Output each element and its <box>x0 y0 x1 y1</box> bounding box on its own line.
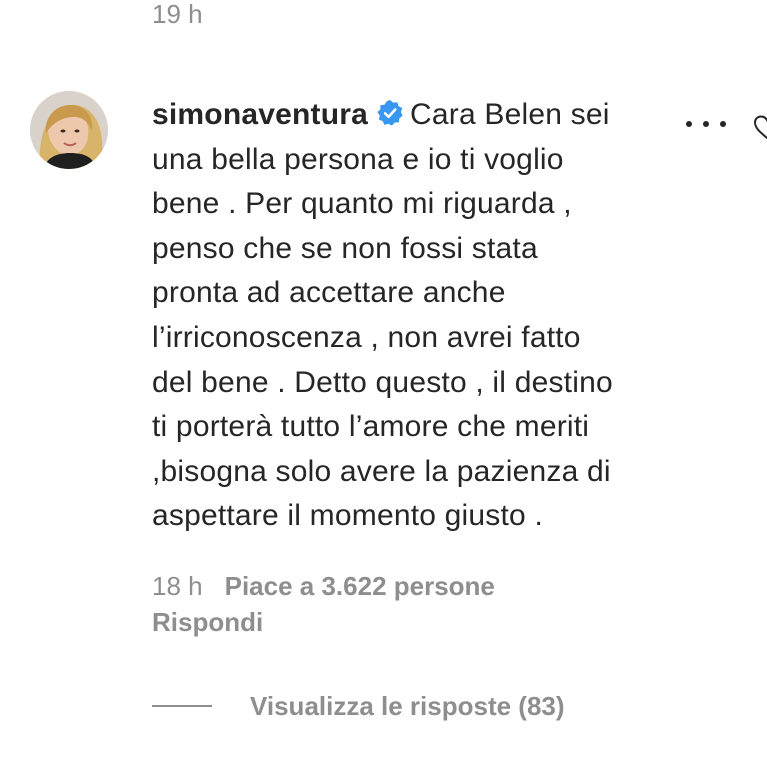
more-dot <box>686 121 692 127</box>
comment-line: bene . Per quanto mi riguarda , <box>152 187 572 221</box>
comment-line: l’irriconoscenza , non avrei fatto <box>152 320 581 354</box>
comment-meta: 18 h Piace a 3.622 persone <box>152 566 495 606</box>
text-fade-overlay <box>640 92 680 138</box>
view-replies-label: Visualizza le risposte (83) <box>250 690 565 721</box>
reply-button[interactable]: Rispondi <box>152 602 263 642</box>
comment-line: penso che se non fossi stata <box>152 231 538 265</box>
more-options-icon[interactable] <box>686 112 726 136</box>
view-replies-button[interactable]: Visualizza le risposte (83) <box>152 686 565 726</box>
comment-line-text: Cara Belen sei <box>410 98 610 131</box>
verified-badge-icon <box>377 100 403 126</box>
username-link[interactable]: simonaventura <box>152 98 368 131</box>
comment-line: ti porterà tutto l’amore che meriti <box>152 410 590 444</box>
comment-line: pronta ad accettare anche <box>152 276 506 310</box>
comment-line: simonaventura Cara Belen sei <box>152 93 704 138</box>
comment-line: una bella persona e io ti voglio <box>152 142 564 176</box>
avatar-image <box>30 91 108 169</box>
avatar[interactable] <box>30 91 108 169</box>
replies-divider <box>152 705 212 707</box>
comment-timestamp: 18 h <box>152 571 203 601</box>
comment-line: del bene . Detto questo , il destino <box>152 365 613 399</box>
comment-line: ,bisogna solo avere la pazienza di <box>152 454 611 488</box>
heart-icon[interactable] <box>752 112 767 142</box>
more-dot <box>703 121 709 127</box>
comment-line: aspettare il momento giusto . <box>152 499 543 533</box>
likes-count-link[interactable]: Piace a 3.622 persone <box>225 571 495 601</box>
previous-comment-timestamp: 19 h <box>152 0 203 29</box>
comment-text: simonaventura Cara Belen sei una bella pe… <box>152 93 704 539</box>
more-dot <box>720 121 726 127</box>
